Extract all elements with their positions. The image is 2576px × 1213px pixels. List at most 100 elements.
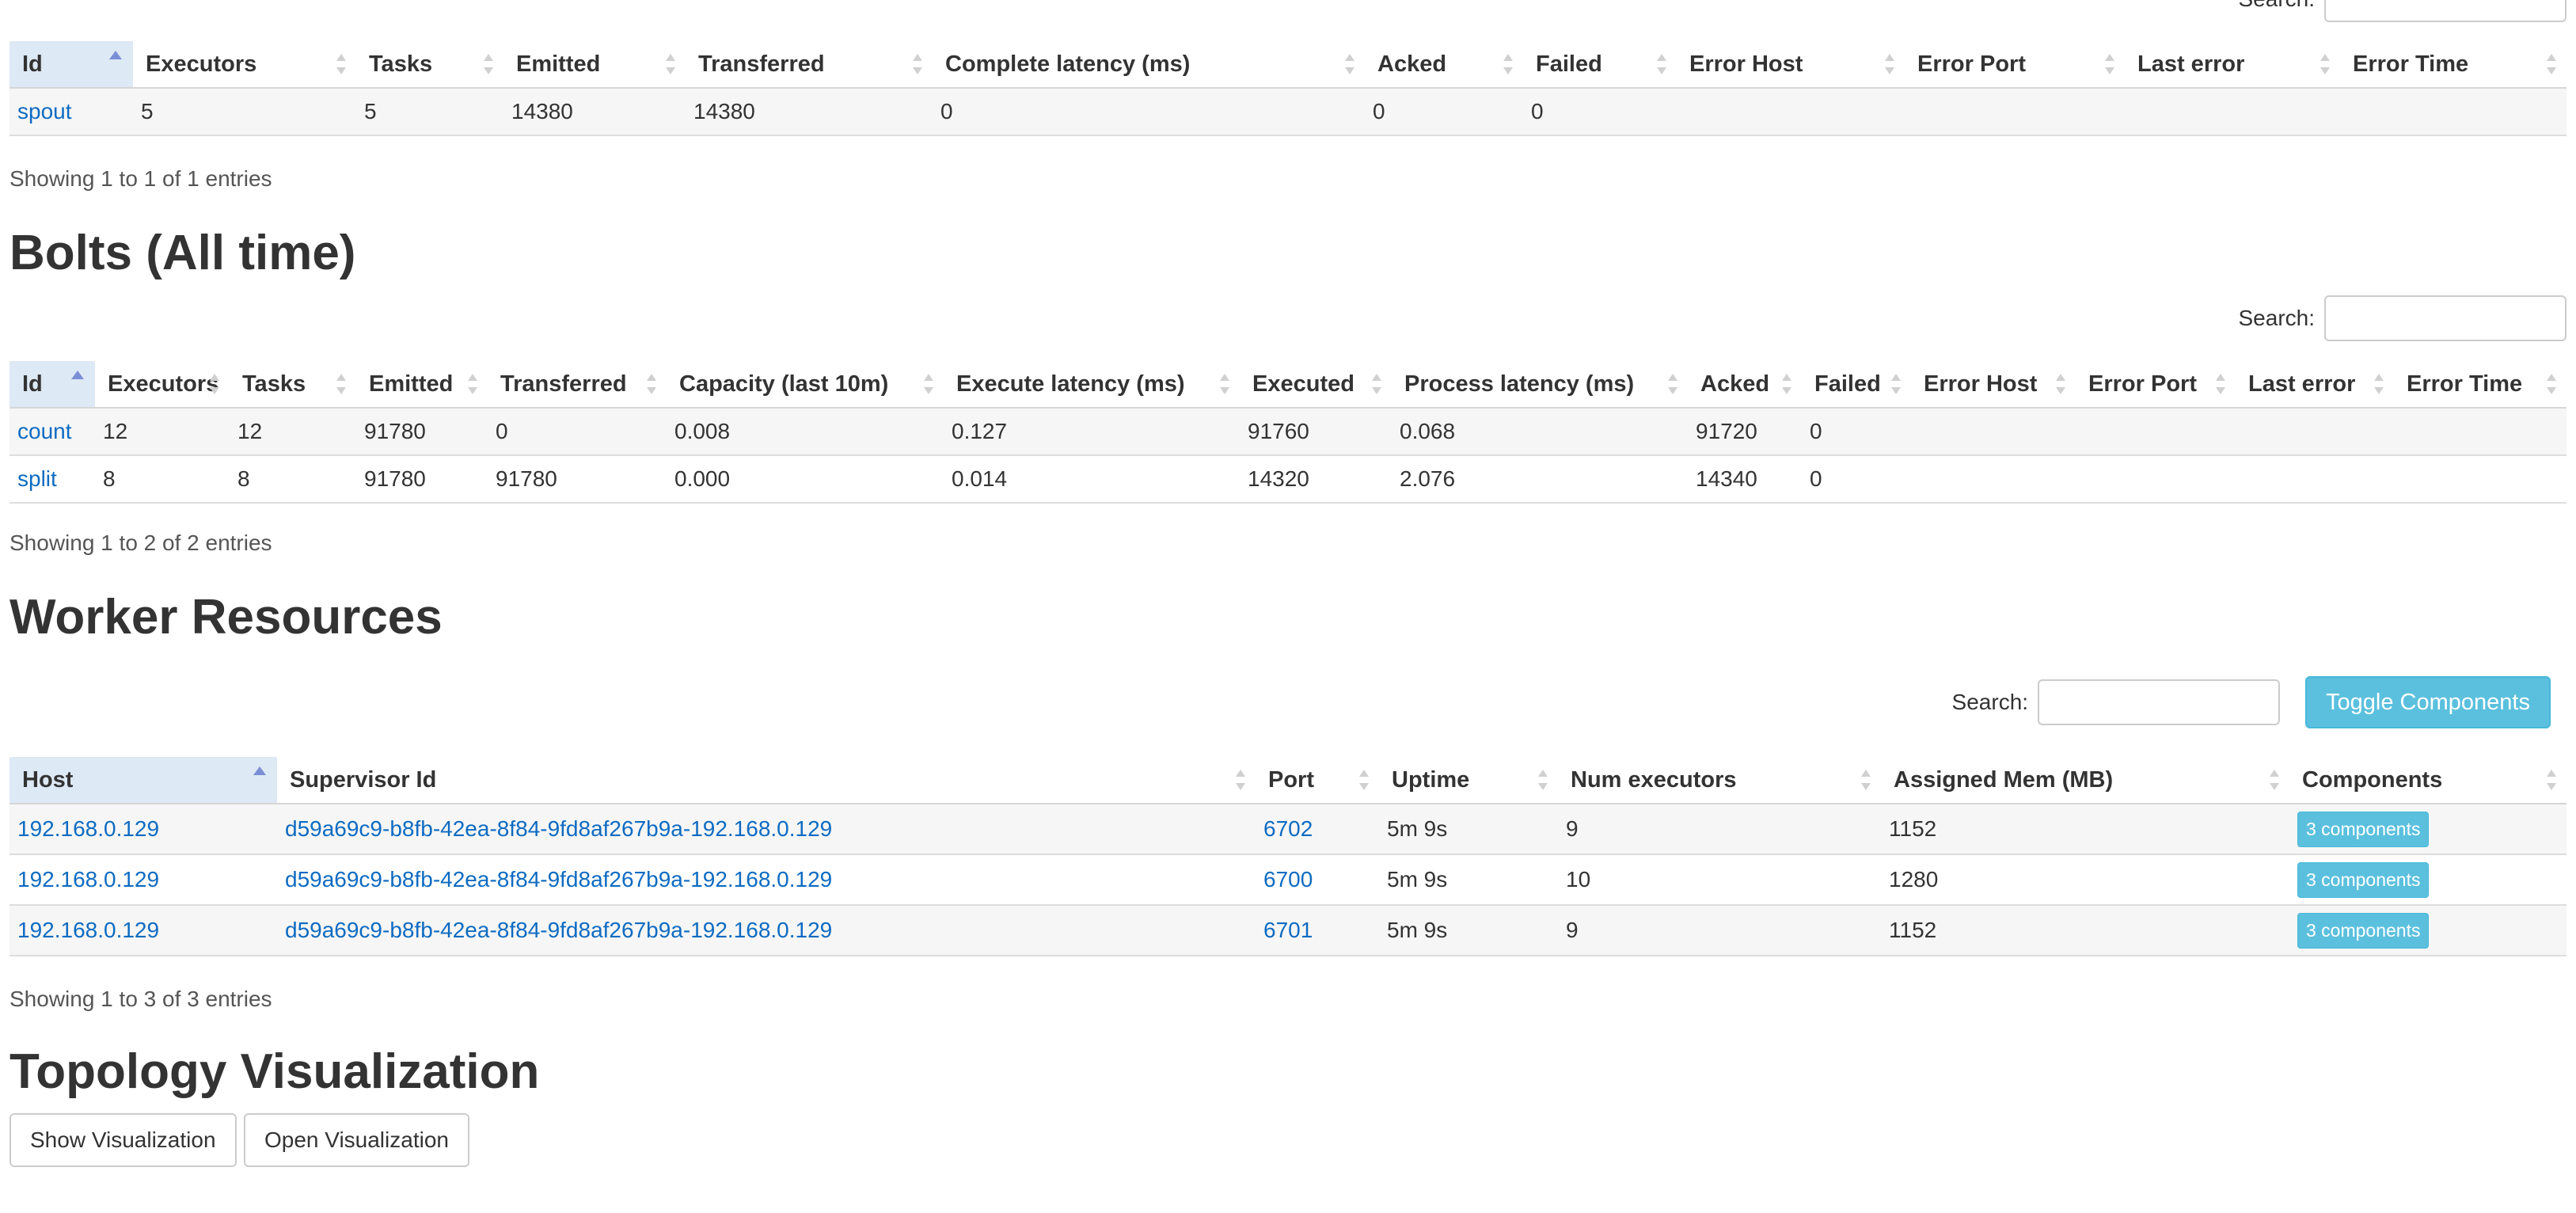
open-visualization-button[interactable]: Open Visualization — [244, 1113, 469, 1167]
sort-icon — [1537, 770, 1548, 790]
sort-icon — [2215, 374, 2226, 394]
table-cell: 0 — [1365, 88, 1523, 136]
supervisor-id-link[interactable]: d59a69c9-b8fb-42ea-8f84-9fd8af267b9a-192… — [277, 905, 1256, 956]
table-cell — [2076, 408, 2236, 456]
spouts-col-complete-latency[interactable]: Complete latency (ms) — [933, 41, 1365, 89]
column-label: Last error — [2137, 51, 2245, 77]
bolts-search-label: Search: — [2238, 306, 2316, 330]
column-label: Tasks — [369, 51, 433, 77]
port-link[interactable]: 6702 — [1256, 804, 1379, 855]
sort-icon — [912, 54, 923, 74]
sort-ascending-icon — [109, 51, 122, 59]
column-label: Executors — [146, 51, 257, 77]
workers-col-assigned-mem[interactable]: Assigned Mem (MB) — [1881, 757, 2289, 804]
bolt-id-link[interactable]: count — [9, 408, 95, 456]
column-label: Port — [1268, 766, 1314, 793]
bolts-col-acked[interactable]: Acked — [1688, 361, 1802, 409]
bolt-id-link[interactable]: split — [9, 455, 95, 504]
sort-icon — [665, 54, 676, 74]
column-label: Executors — [108, 371, 219, 397]
table-cell: 10 — [1558, 854, 1881, 906]
column-label: Acked — [1377, 51, 1447, 77]
spout-id-link[interactable]: spout — [9, 88, 133, 136]
workers-search-input[interactable] — [2038, 679, 2281, 725]
spouts-col-emitted[interactable]: Emitted — [503, 41, 686, 89]
show-visualization-button[interactable]: Show Visualization — [9, 1113, 237, 1167]
table-cell: 0 — [1802, 408, 1911, 456]
column-label: Id — [22, 51, 43, 77]
workers-col-supervisor-id[interactable]: Supervisor Id — [277, 757, 1256, 804]
components-button[interactable]: 3 components — [2297, 811, 2430, 847]
spouts-col-error-time[interactable]: Error Time — [2340, 41, 2567, 89]
bolts-header-row: Id Executors Tasks Emitted Transferred C… — [9, 361, 2567, 409]
bolts-col-id[interactable]: Id — [9, 361, 95, 409]
spouts-col-executors[interactable]: Executors — [133, 41, 356, 89]
worker-resources-heading: Worker Resources — [9, 590, 443, 645]
bolts-col-capacity[interactable]: Capacity (last 10m) — [667, 361, 944, 409]
spouts-col-acked[interactable]: Acked — [1365, 41, 1523, 89]
bolts-col-emitted[interactable]: Emitted — [356, 361, 488, 409]
port-link[interactable]: 6700 — [1256, 854, 1379, 906]
host-link[interactable]: 192.168.0.129 — [9, 854, 277, 906]
bolts-col-execute-latency[interactable]: Execute latency (ms) — [944, 361, 1240, 409]
components-button[interactable]: 3 components — [2297, 861, 2430, 898]
supervisor-id-link[interactable]: d59a69c9-b8fb-42ea-8f84-9fd8af267b9a-192… — [277, 854, 1256, 906]
bolts-col-transferred[interactable]: Transferred — [488, 361, 667, 409]
spouts-search-label: Search: — [2239, 0, 2316, 12]
table-cell: 91720 — [1688, 408, 1802, 456]
spouts-col-error-host[interactable]: Error Host — [1677, 41, 1905, 89]
spouts-col-last-error[interactable]: Last error — [2125, 41, 2340, 89]
table-cell: 0.000 — [667, 455, 944, 504]
table-cell: 0.127 — [944, 408, 1240, 456]
bolts-col-process-latency[interactable]: Process latency (ms) — [1392, 361, 1688, 409]
bolts-col-executed[interactable]: Executed — [1240, 361, 1392, 409]
spouts-col-id[interactable]: Id — [9, 41, 133, 89]
workers-col-components[interactable]: Components — [2289, 757, 2567, 804]
table-cell: 1152 — [1881, 905, 2289, 956]
bolts-col-executors[interactable]: Executors — [95, 361, 230, 409]
bolts-col-error-host[interactable]: Error Host — [1911, 361, 2076, 409]
bolts-col-failed[interactable]: Failed — [1802, 361, 1911, 409]
spouts-col-error-port[interactable]: Error Port — [1905, 41, 2125, 89]
bolts-table-info: Showing 1 to 2 of 2 entries — [9, 530, 272, 555]
spouts-search-input[interactable] — [2324, 0, 2567, 22]
port-link[interactable]: 6701 — [1256, 905, 1379, 956]
column-label: Last error — [2248, 371, 2356, 397]
spouts-col-transferred[interactable]: Transferred — [686, 41, 933, 89]
supervisor-id-link[interactable]: d59a69c9-b8fb-42ea-8f84-9fd8af267b9a-192… — [277, 804, 1256, 855]
column-label: Failed — [1814, 371, 1881, 397]
table-cell: 0 — [1523, 88, 1677, 136]
column-label: Num executors — [1571, 766, 1737, 793]
spouts-col-tasks[interactable]: Tasks — [356, 41, 503, 89]
components-button[interactable]: 3 components — [2297, 912, 2430, 949]
table-cell: 5 — [356, 88, 503, 136]
workers-table-info: Showing 1 to 3 of 3 entries — [9, 987, 272, 1011]
bolts-col-tasks[interactable]: Tasks — [230, 361, 356, 409]
host-link[interactable]: 192.168.0.129 — [9, 804, 277, 855]
workers-col-num-executors[interactable]: Num executors — [1558, 757, 1881, 804]
workers-col-port[interactable]: Port — [1256, 757, 1379, 804]
bolts-search-input[interactable] — [2324, 295, 2567, 341]
sort-ascending-icon — [71, 371, 84, 379]
column-label: Capacity (last 10m) — [679, 371, 889, 397]
table-cell: 5 — [133, 88, 356, 136]
workers-col-uptime[interactable]: Uptime — [1379, 757, 1558, 804]
host-link[interactable]: 192.168.0.129 — [9, 905, 277, 956]
sort-icon — [1344, 54, 1355, 74]
spouts-col-failed[interactable]: Failed — [1523, 41, 1677, 89]
sort-icon — [2546, 54, 2557, 74]
column-label: Error Port — [2088, 371, 2197, 397]
bolts-search: Search: — [1933, 295, 2567, 341]
table-cell: 2.076 — [1392, 455, 1688, 504]
bolts-table: Id Executors Tasks Emitted Transferred C… — [9, 361, 2567, 504]
bolts-col-last-error[interactable]: Last error — [2236, 361, 2394, 409]
table-cell: 91780 — [488, 455, 667, 504]
bolts-col-error-port[interactable]: Error Port — [2076, 361, 2236, 409]
workers-search-label: Search: — [1951, 690, 2029, 714]
table-cell — [2236, 408, 2394, 456]
workers-col-host[interactable]: Host — [9, 757, 277, 804]
sort-icon — [1781, 374, 1792, 394]
table-cell — [2394, 408, 2567, 456]
bolts-col-error-time[interactable]: Error Time — [2394, 361, 2567, 409]
toggle-components-button[interactable]: Toggle Components — [2305, 676, 2551, 728]
